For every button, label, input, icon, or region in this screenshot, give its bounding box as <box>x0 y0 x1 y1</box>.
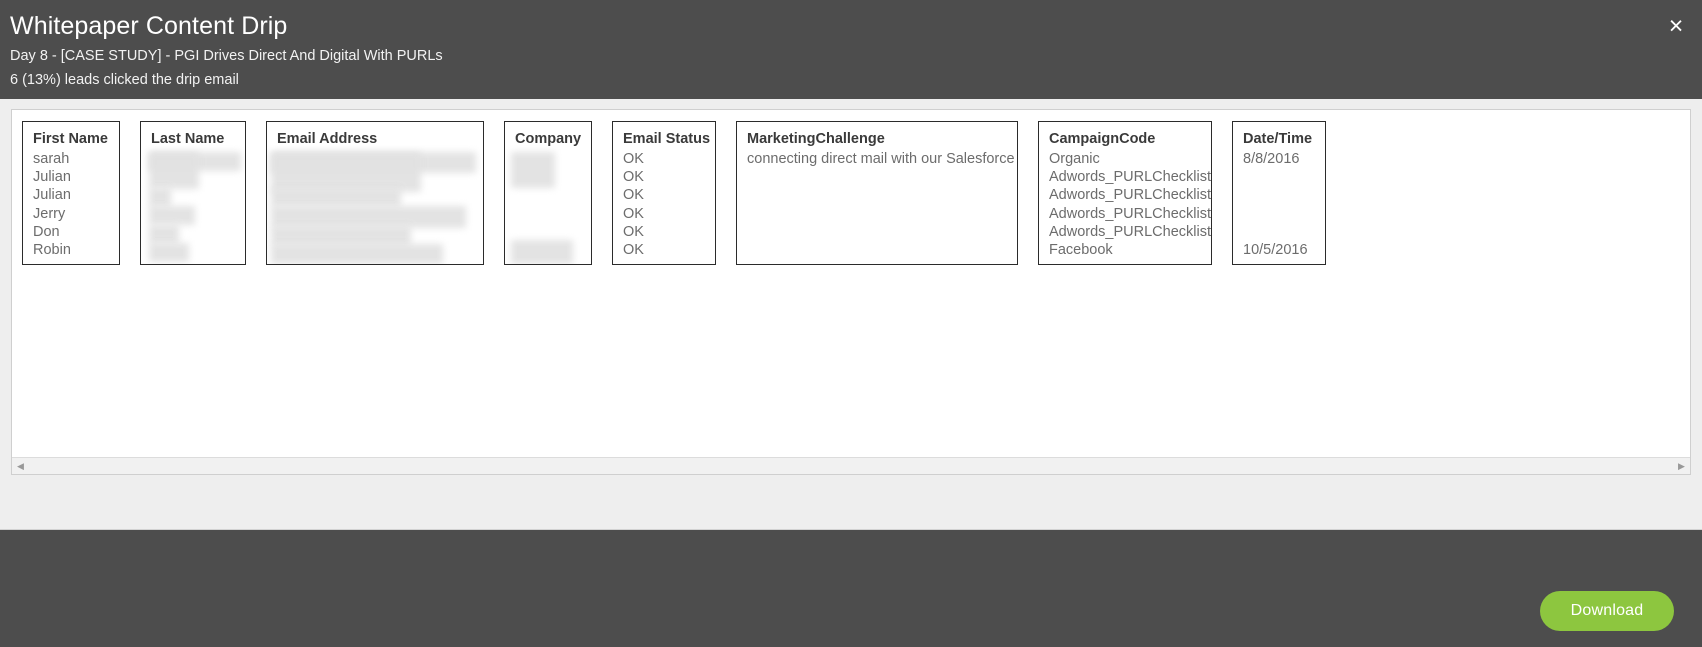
leads-grid-panel: First Name sarah Julian Julian Jerry Don… <box>11 109 1691 475</box>
column-last-name: Last Name <box>140 121 246 265</box>
redaction-block <box>149 188 171 207</box>
column-header: Date/Time <box>1243 131 1313 147</box>
table-cell: sarah <box>33 151 70 167</box>
modal-footer: Download <box>0 529 1702 647</box>
redaction-block <box>271 188 401 207</box>
drip-email-subtitle: Day 8 - [CASE STUDY] - PGI Drives Direct… <box>10 48 443 64</box>
table-cell: Robin <box>33 241 71 258</box>
table-cell: OK <box>623 169 644 186</box>
modal-header: Whitepaper Content Drip Day 8 - [CASE ST… <box>0 0 1702 99</box>
redaction-block <box>149 206 195 225</box>
column-campaign-code: CampaignCode Organic Adwords_PURLCheckli… <box>1038 121 1212 265</box>
page-title: Whitepaper Content Drip <box>10 12 288 40</box>
redaction-block <box>149 152 199 189</box>
column-header: Email Status <box>623 131 711 147</box>
redaction-block <box>511 152 555 188</box>
column-header: MarketingChallenge <box>747 131 885 147</box>
redaction-block <box>149 225 179 244</box>
column-date-time: Date/Time 8/8/2016 10/5/2016 <box>1232 121 1326 265</box>
column-first-name: First Name sarah Julian Julian Jerry Don… <box>22 121 120 265</box>
column-email-status: Email Status OK OK OK OK OK OK <box>612 121 716 265</box>
table-cell: OK <box>623 205 644 222</box>
horizontal-scrollbar[interactable]: ◀ ▶ <box>12 457 1690 474</box>
table-cell <box>1243 186 1315 204</box>
table-cell: OK <box>623 223 644 240</box>
table-cell: Julian <box>33 187 71 204</box>
redaction-block <box>149 243 189 262</box>
redaction-block <box>271 206 466 228</box>
table-cell <box>747 186 1007 204</box>
column-header: CampaignCode <box>1049 131 1156 147</box>
table-cell: Don <box>33 223 60 240</box>
scroll-left-arrow-icon[interactable]: ◀ <box>12 458 29 475</box>
table-cell <box>747 241 1007 259</box>
table-cell: OK <box>623 187 644 204</box>
table-cell: Jerry <box>33 205 66 222</box>
table-cell <box>1243 223 1315 241</box>
table-cell <box>1243 205 1315 223</box>
table-cell: Adwords_PURLChecklist <box>1049 223 1211 240</box>
lead-click-status: 6 (13%) leads clicked the drip email <box>10 72 239 88</box>
download-button[interactable]: Download <box>1540 591 1674 631</box>
table-cell: 10/5/2016 <box>1243 241 1308 258</box>
table-cell: Julian <box>33 169 71 186</box>
table-cell: OK <box>623 241 644 258</box>
leads-grid-scroll-area[interactable]: First Name sarah Julian Julian Jerry Don… <box>12 110 1690 458</box>
scroll-right-arrow-icon[interactable]: ▶ <box>1673 458 1690 475</box>
table-cell: Facebook <box>1049 241 1113 258</box>
table-cell <box>1243 168 1315 186</box>
modal-body: First Name sarah Julian Julian Jerry Don… <box>0 99 1702 529</box>
column-company: Company <box>504 121 592 265</box>
redaction-block <box>271 152 421 192</box>
table-cell: Adwords_PURLChecklist <box>1049 205 1211 222</box>
redaction-block <box>271 226 411 246</box>
table-cell: Adwords_PURLChecklist <box>1049 187 1211 204</box>
table-cell: Adwords_PURLChecklist <box>1049 169 1211 186</box>
column-header: First Name <box>33 131 108 147</box>
column-email-address: Email Address <box>266 121 484 265</box>
table-cell <box>747 205 1007 223</box>
table-cell <box>747 168 1007 186</box>
table-cell: connecting direct mail with our Salesfor… <box>747 151 1015 167</box>
column-header: Email Address <box>277 131 378 147</box>
table-cell <box>747 223 1007 241</box>
leads-table: First Name sarah Julian Julian Jerry Don… <box>22 121 1690 265</box>
table-cell: OK <box>623 151 644 167</box>
table-cell: Organic <box>1049 151 1100 167</box>
column-header: Last Name <box>151 131 225 147</box>
redaction-block <box>271 244 443 264</box>
column-header: Company <box>515 131 582 147</box>
column-marketing-challenge: MarketingChallenge connecting direct mai… <box>736 121 1018 265</box>
scrollbar-track[interactable] <box>29 458 1673 475</box>
close-icon[interactable]: × <box>1663 13 1689 39</box>
redaction-block <box>511 240 573 264</box>
table-cell: 8/8/2016 <box>1243 151 1300 167</box>
